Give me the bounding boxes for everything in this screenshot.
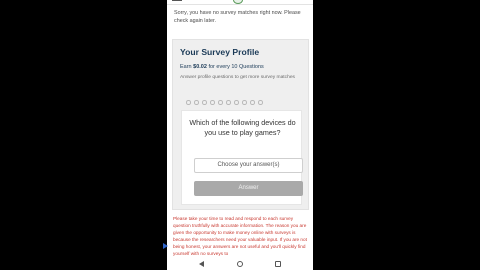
progress-dot <box>194 100 199 105</box>
earn-suffix: for every 10 Questions <box>208 64 264 70</box>
divider <box>167 4 313 5</box>
progress-dot <box>242 100 247 105</box>
survey-profile-card: Your Survey Profile Earn $0.02 for every… <box>172 39 309 210</box>
progress-dot <box>234 100 239 105</box>
answer-select[interactable]: Choose your answer(s) <box>194 158 303 173</box>
progress-dots <box>186 100 276 106</box>
android-navbar <box>167 259 313 270</box>
progress-dot <box>186 100 191 105</box>
no-matches-message: Sorry, you have no survey matches right … <box>174 10 301 24</box>
progress-dot <box>218 100 223 105</box>
recent-apps-icon[interactable] <box>275 261 281 267</box>
earn-info: Earn $0.02 for every 10 Questions <box>180 64 264 70</box>
progress-dot <box>226 100 231 105</box>
earn-amount: $0.02 <box>193 64 207 70</box>
hamburger-icon[interactable] <box>172 0 182 2</box>
answer-button[interactable]: Answer <box>194 181 303 196</box>
progress-dot <box>210 100 215 105</box>
home-circle-icon[interactable] <box>237 261 243 267</box>
profile-title: Your Survey Profile <box>180 47 260 57</box>
back-triangle-icon[interactable] <box>199 261 204 267</box>
play-arrow-icon <box>163 243 168 249</box>
progress-dot <box>258 100 263 105</box>
progress-dot <box>250 100 255 105</box>
question-box: Which of the following devices do you us… <box>181 110 303 205</box>
question-text: Which of the following devices do you us… <box>189 118 296 137</box>
progress-dot <box>202 100 207 105</box>
earn-prefix: Earn <box>180 64 192 70</box>
phone-screen: Sorry, you have no survey matches right … <box>167 0 313 270</box>
profile-description: Answer profile questions to get more sur… <box>180 75 295 80</box>
honesty-warning: Please take your time to read and respon… <box>173 216 307 256</box>
